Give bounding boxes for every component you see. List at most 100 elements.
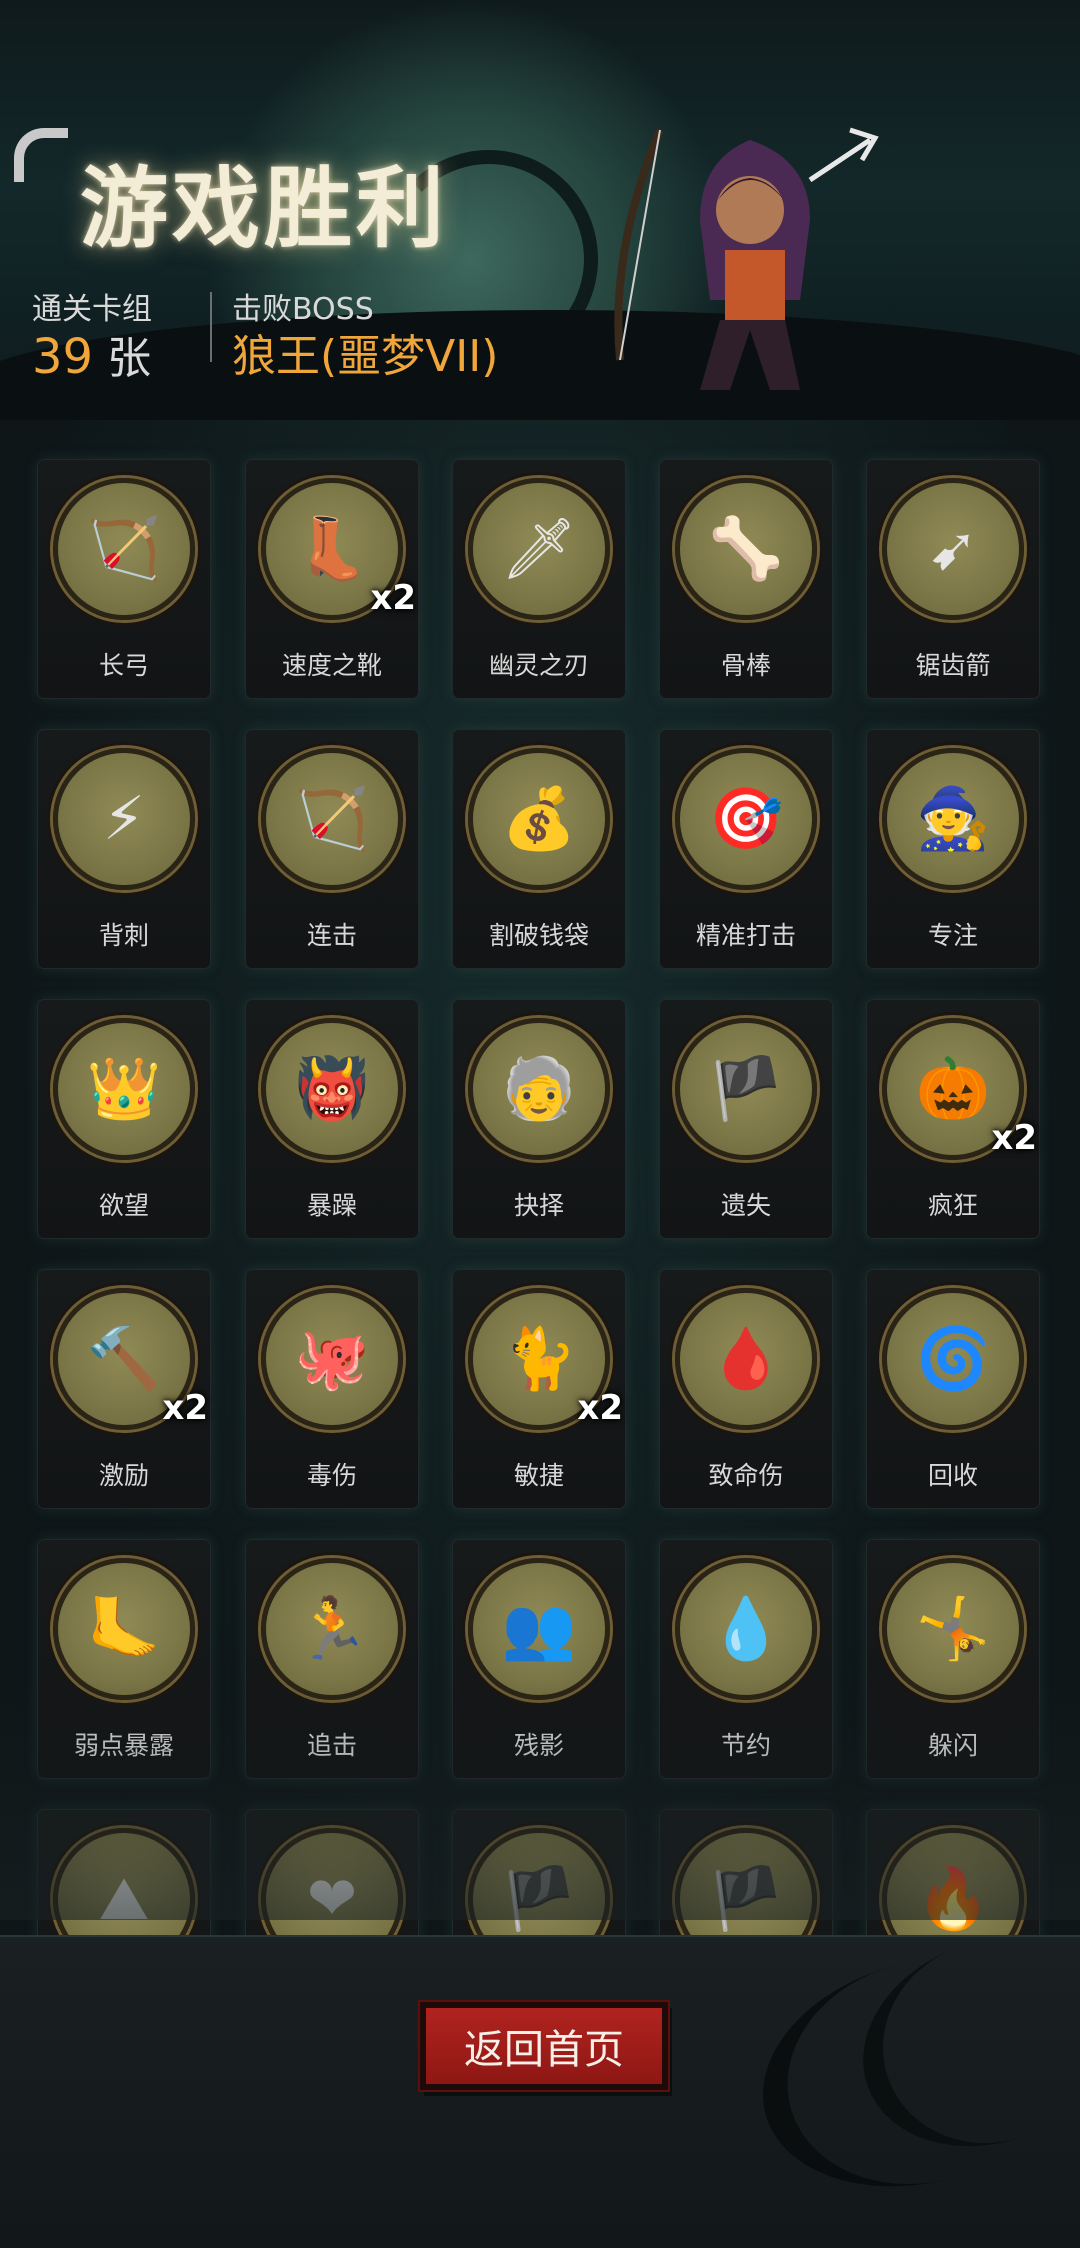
card-medal: 🏴 (675, 1828, 817, 1940)
card-medal: 🏃 (261, 1558, 403, 1700)
card-name: 回收 (927, 1461, 978, 1490)
card-medal: 🦴 (675, 478, 817, 620)
card-item[interactable]: 🏴 (660, 1810, 832, 1940)
card-name: 骨棒 (720, 651, 771, 680)
card-count-badge: x2 (162, 1388, 208, 1428)
card-item[interactable]: 🏴 遗失 (660, 1000, 832, 1238)
card-name: 激励 (98, 1461, 149, 1490)
afterimage-icon: 👥 (501, 1594, 577, 1664)
card-medal: 💧 (675, 1558, 817, 1700)
card-medal: 👥 (468, 1558, 610, 1700)
card-name: 敏捷 (513, 1461, 564, 1490)
card-count-badge: x2 (991, 1118, 1037, 1158)
card-name: 割破钱袋 (488, 921, 589, 950)
card-name: 躲闪 (927, 1731, 978, 1760)
archer-hero-illustration (614, 127, 879, 390)
target-icon: 🎯 (708, 784, 784, 854)
longbow-icon: 🏹 (86, 514, 162, 584)
card-item[interactable]: 🎃 x2 疯狂 (867, 1000, 1039, 1238)
card-medal: 🏴 (675, 1018, 817, 1160)
return-home-button[interactable]: 返回首页 (420, 2002, 668, 2090)
deck-unit: 张 (107, 333, 152, 384)
card-item[interactable]: 🧙 专注 (867, 730, 1039, 968)
card-name: 暴躁 (306, 1191, 357, 1220)
card-item[interactable]: ❤ (246, 1810, 418, 1940)
card-medal: 🌀 (882, 1288, 1024, 1430)
card-item[interactable]: 🏹 连击 (246, 730, 418, 968)
card-medal: 👹 (261, 1018, 403, 1160)
flame-mask-icon: 🔥 (915, 1864, 991, 1934)
card-item[interactable]: 💧 节约 (660, 1540, 832, 1778)
card-item[interactable]: 🔥 (867, 1810, 1039, 1940)
boss-name: 狼王(噩梦VII) (232, 331, 499, 382)
bone-club-icon: 🦴 (708, 514, 784, 584)
card-item[interactable]: 👢 x2 速度之靴 (246, 460, 418, 698)
card-item[interactable]: 🌀 回收 (867, 1270, 1039, 1508)
card-medal: 🏴 (468, 1828, 610, 1940)
card-item[interactable]: 👑 欲望 (38, 1000, 210, 1238)
page-title: 游戏胜利 (80, 157, 449, 260)
card-deck-grid: 🏹 长弓 👢 x2 速度之靴 🗡 幽灵之刃 🦴 骨棒 ➹ 锯齿箭 ⚡ 背刺 🏹 连击 💰 割破钱袋 🎯 精准打击 🧙 专… (0, 420, 1080, 1940)
heart-cross-icon: ❤ (306, 1864, 358, 1934)
card-medal: ❤ (261, 1828, 403, 1940)
greed-icon: 👑 (86, 1054, 162, 1124)
card-item[interactable]: 🏃 追击 (246, 1540, 418, 1778)
card-name: 弱点暴露 (73, 1731, 174, 1760)
card-medal: 🧙 (882, 748, 1024, 890)
card-name: 背刺 (98, 921, 149, 950)
backstab-icon: ⚡ (102, 784, 146, 854)
card-name: 致命伤 (708, 1461, 784, 1490)
card-name: 精准打击 (695, 921, 796, 950)
card-item[interactable]: 🏹 长弓 (38, 460, 210, 698)
card-medal: ⚡ (53, 748, 195, 890)
card-item[interactable]: ⚡ 背刺 (38, 730, 210, 968)
card-item[interactable]: ⛰ (38, 1810, 210, 1940)
card-name: 长弓 (98, 651, 149, 680)
card-medal: 🦶 (53, 1558, 195, 1700)
card-medal: 🎯 (675, 748, 817, 890)
cut-purse-icon: 💰 (501, 784, 577, 854)
card-name: 欲望 (98, 1191, 149, 1220)
card-item[interactable]: 💰 割破钱袋 (453, 730, 625, 968)
card-item[interactable]: 🦴 骨棒 (660, 460, 832, 698)
recycle-icon: 🌀 (915, 1324, 991, 1394)
card-item[interactable]: 🏴 (453, 1810, 625, 1940)
card-name: 疯狂 (927, 1191, 978, 1220)
lost-icon: 🏴 (708, 1054, 784, 1124)
fatal-wound-icon: 🩸 (708, 1324, 784, 1394)
victory-header: 游戏胜利 通关卡组 39 张 击败BOSS 狼王(噩梦VII) (0, 0, 1080, 420)
scythe-icon (14, 128, 68, 182)
card-item[interactable]: 🧓 抉择 (453, 1000, 625, 1238)
serrated-arrow-icon: ➹ (927, 514, 979, 584)
card-name: 节约 (720, 1731, 771, 1760)
card-item[interactable]: 🔨 x2 激励 (38, 1270, 210, 1508)
card-name: 毒伤 (306, 1461, 357, 1490)
card-item[interactable]: 🐙 毒伤 (246, 1270, 418, 1508)
card-medal: 🔥 (882, 1828, 1024, 1940)
pirate-icon: 🏴 (708, 1864, 784, 1934)
card-medal: 💰 (468, 748, 610, 890)
card-item[interactable]: 🩸 致命伤 (660, 1270, 832, 1508)
card-name: 遗失 (720, 1191, 771, 1220)
card-medal: 🧓 (468, 1018, 610, 1160)
hill-silhouette (0, 310, 1080, 420)
water-drop-icon: 💧 (708, 1594, 784, 1664)
card-item[interactable]: 🐈 x2 敏捷 (453, 1270, 625, 1508)
pursuit-icon: 🏃 (294, 1594, 370, 1664)
card-medal: 🏹 (261, 748, 403, 890)
deck-count: 39 (32, 329, 94, 385)
card-item[interactable]: 👹 暴躁 (246, 1000, 418, 1238)
card-item[interactable]: 🤸 躲闪 (867, 1540, 1039, 1778)
combo-icon: 🏹 (294, 784, 370, 854)
card-item[interactable]: 🎯 精准打击 (660, 730, 832, 968)
elder-icon: 🧓 (501, 1054, 577, 1124)
card-name: 残影 (513, 1731, 564, 1760)
card-item[interactable]: 🗡 幽灵之刃 (453, 460, 625, 698)
card-item[interactable]: ➹ 锯齿箭 (867, 460, 1039, 698)
card-name: 连击 (306, 921, 357, 950)
card-name: 速度之靴 (281, 651, 382, 680)
card-item[interactable]: 🦶 弱点暴露 (38, 1540, 210, 1778)
pirate-icon: 🏴 (501, 1864, 577, 1934)
stat-divider (210, 292, 212, 362)
card-item[interactable]: 👥 残影 (453, 1540, 625, 1778)
